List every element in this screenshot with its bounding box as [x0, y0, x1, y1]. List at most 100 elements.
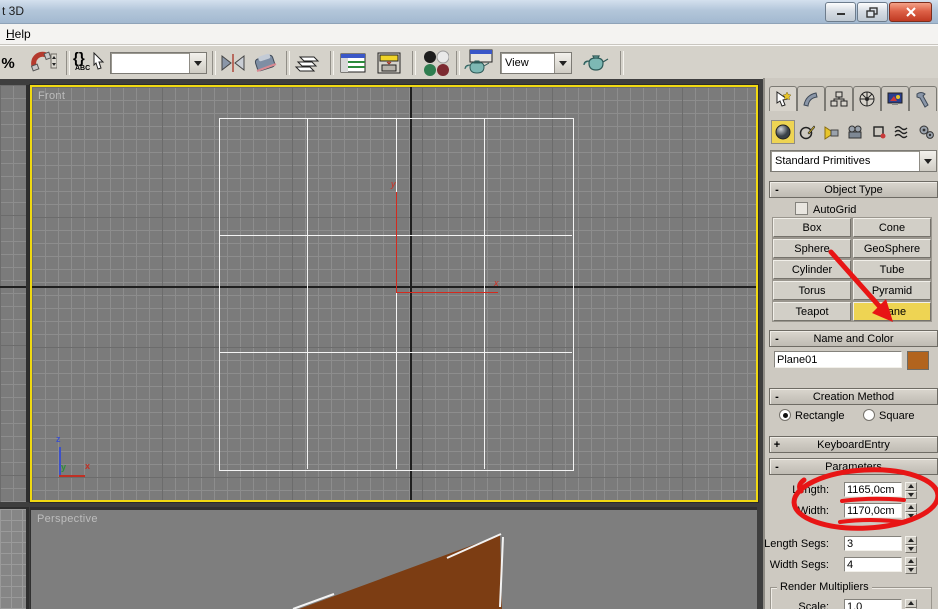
- object-type-pyramid-button[interactable]: Pyramid: [853, 281, 931, 300]
- rollout-parameters[interactable]: - Parameters: [769, 458, 938, 475]
- scale-spinner[interactable]: [905, 599, 917, 609]
- primitive-category-dropdown[interactable]: Standard Primitives: [770, 150, 937, 172]
- dropdown-arrow-icon[interactable]: [554, 53, 571, 73]
- render-view-dropdown[interactable]: View: [500, 52, 572, 74]
- category-space-warps[interactable]: [891, 120, 915, 144]
- scale-field[interactable]: [844, 599, 902, 609]
- category-lights[interactable]: [819, 120, 843, 144]
- length-segs-label: Length Segs:: [764, 538, 829, 550]
- object-type-plane-button[interactable]: Plane: [853, 302, 931, 321]
- creation-method-square-radio[interactable]: Square: [863, 409, 914, 422]
- checkbox-icon[interactable]: [795, 202, 808, 215]
- radio-icon[interactable]: [779, 409, 791, 421]
- gears-icon: [919, 125, 934, 139]
- rollout-collapse-icon[interactable]: -: [770, 333, 784, 345]
- width-segs-spinner[interactable]: [905, 557, 917, 574]
- schematic-boxes-icon: [377, 52, 401, 74]
- viewport-label-front[interactable]: Front: [38, 90, 65, 102]
- object-color-swatch[interactable]: [907, 351, 929, 370]
- object-type-tube-button[interactable]: Tube: [853, 260, 931, 279]
- rollout-keyboard-entry[interactable]: + KeyboardEntry: [769, 436, 938, 453]
- object-type-torus-button[interactable]: Torus: [773, 281, 851, 300]
- dropdown-arrow-icon[interactable]: [919, 151, 936, 171]
- tripod-y-label: y: [61, 462, 67, 472]
- layers-icon: [294, 56, 320, 72]
- tab-motion[interactable]: [853, 86, 881, 111]
- rollout-collapse-icon[interactable]: -: [770, 184, 784, 196]
- close-button[interactable]: [889, 2, 932, 22]
- teapot-icon: [583, 55, 609, 71]
- length-segs-field[interactable]: [844, 536, 902, 551]
- left-viewport-sliver-bottom[interactable]: [0, 507, 29, 609]
- plane-object-perspective: [292, 533, 504, 609]
- mirror-icon[interactable]: [217, 50, 249, 76]
- rollout-object-type[interactable]: - Object Type: [769, 181, 938, 198]
- autogrid-checkbox[interactable]: AutoGrid: [795, 202, 856, 216]
- rollout-expand-icon[interactable]: +: [770, 439, 784, 451]
- minimize-icon: [836, 13, 845, 15]
- object-type-geosphere-button[interactable]: GeoSphere: [853, 239, 931, 258]
- object-type-cone-button[interactable]: Cone: [853, 218, 931, 237]
- category-systems[interactable]: [915, 120, 938, 144]
- dropdown-arrow-icon[interactable]: [189, 53, 206, 73]
- display-icon: [887, 92, 903, 105]
- width-label: Width:: [797, 505, 829, 517]
- left-viewport-sliver[interactable]: [0, 85, 29, 502]
- tab-utilities[interactable]: [909, 86, 937, 111]
- camera-icon: [848, 125, 862, 139]
- align-icon[interactable]: [250, 50, 282, 76]
- rollout-collapse-icon[interactable]: -: [770, 391, 784, 403]
- category-geometry[interactable]: [771, 120, 795, 144]
- length-spinner[interactable]: [905, 482, 917, 499]
- category-shapes[interactable]: [795, 120, 819, 144]
- named-selection-sets-icon[interactable]: {} ABC: [72, 50, 108, 76]
- creation-method-rectangle-radio[interactable]: Rectangle: [779, 409, 845, 422]
- selection-set-dropdown[interactable]: [110, 52, 207, 74]
- category-cameras[interactable]: [843, 120, 867, 144]
- title-bar[interactable]: t 3D: [0, 0, 938, 24]
- tab-modify[interactable]: [797, 86, 825, 111]
- radio-icon[interactable]: [863, 409, 875, 421]
- length-segs-spinner[interactable]: [905, 536, 917, 553]
- rollout-name-color[interactable]: - Name and Color: [769, 330, 938, 347]
- render-setup-icon[interactable]: [460, 49, 496, 76]
- percent-snap-icon[interactable]: %: [0, 50, 20, 76]
- width-segs-field[interactable]: [844, 557, 902, 572]
- material-editor-icon[interactable]: [418, 50, 452, 76]
- material-balls-icon: [424, 50, 449, 76]
- command-panel: Standard Primitives - Object Type AutoGr…: [763, 78, 938, 609]
- object-name-field[interactable]: [774, 351, 902, 368]
- object-type-cylinder-button[interactable]: Cylinder: [773, 260, 851, 279]
- menu-help[interactable]: Help: [2, 27, 35, 41]
- tab-display[interactable]: [881, 86, 909, 111]
- object-type-box-button[interactable]: Box: [773, 218, 851, 237]
- width-spinner[interactable]: [905, 503, 917, 520]
- motion-icon: [859, 91, 875, 107]
- curve-editor-grid-icon: [340, 53, 366, 73]
- snap-magnet-icon[interactable]: [26, 50, 60, 76]
- layer-manager-icon[interactable]: [290, 50, 326, 76]
- object-type-teapot-button[interactable]: Teapot: [773, 302, 851, 321]
- modify-icon: [803, 92, 818, 107]
- viewport-area: Front y x z y x Perspective: [0, 79, 763, 609]
- rollout-creation-method[interactable]: - Creation Method: [769, 388, 938, 405]
- hierarchy-icon: [830, 91, 848, 107]
- restore-button[interactable]: [857, 2, 888, 22]
- object-type-sphere-button[interactable]: Sphere: [773, 239, 851, 258]
- minimize-button[interactable]: [825, 2, 856, 22]
- quick-render-icon[interactable]: [578, 50, 614, 76]
- rollout-collapse-icon[interactable]: -: [770, 461, 784, 473]
- render-multipliers-title: Render Multipliers: [777, 581, 872, 593]
- main-toolbar: % {} ABC View: [0, 45, 938, 81]
- schematic-view-icon[interactable]: [372, 50, 406, 76]
- front-viewport[interactable]: Front y x z y x: [30, 85, 758, 502]
- tab-hierarchy[interactable]: [825, 86, 853, 111]
- perspective-viewport[interactable]: Perspective: [30, 507, 757, 609]
- category-helpers[interactable]: [867, 120, 891, 144]
- width-segs-label: Width Segs:: [769, 559, 829, 571]
- curve-editor-icon[interactable]: [336, 50, 370, 76]
- length-field[interactable]: [844, 482, 902, 497]
- tab-create[interactable]: [769, 86, 797, 111]
- sphere-icon: [775, 124, 791, 140]
- width-field[interactable]: [844, 503, 902, 518]
